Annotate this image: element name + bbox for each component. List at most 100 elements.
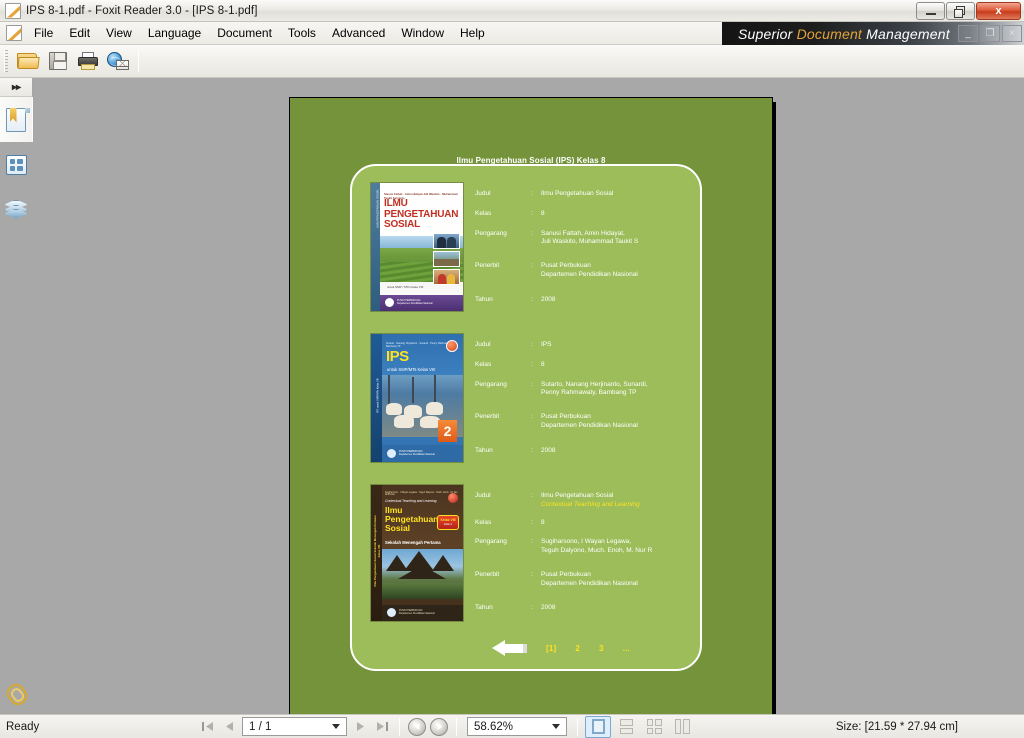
field-row-kelas: Kelas : 8 [475,210,690,219]
printer-icon [78,52,98,70]
sidebar-item-layers[interactable] [0,187,33,232]
status-separator [577,717,578,736]
field-colon: : [531,570,533,578]
field-label-tahun: Tahun [475,604,493,612]
field-value-kelas: 8 [541,209,545,217]
book-spine: Ilmu Pengetahuan Sosial Sekolah Menengah… [371,485,382,621]
book-spine-text: IPS untuk SMP/MTs Kelas VIII [376,378,380,413]
book-cover[interactable]: ILMU PENGETAHUAN SOSIAL Sanusi Fattah · … [370,182,464,312]
field-value-pengarang: Sanusi Fattah, Amin Hidayat, Juli Waskit… [541,229,639,246]
window-title: IPS 8-1.pdf - Foxit Reader 3.0 - [IPS 8-… [26,4,258,17]
book-entry: Ilmu Pengetahuan Sosial Sekolah Menengah… [352,484,700,629]
cover-class-badge: Kelas VIII Edisi 4 [437,515,459,530]
page-number-input[interactable]: 1 / 1 [242,717,347,736]
book-cover-art-3: Ilmu Pengetahuan Sosial Sekolah Menengah… [371,485,463,621]
cover-photo-3 [433,269,460,285]
cover-footer: PUSAT PERBUKUAN Departemen Pendidikan Na… [380,295,463,311]
layout-continuous-facing[interactable] [669,716,695,738]
page-link-2[interactable]: 2 [575,644,580,653]
cover-seal-icon [448,493,458,503]
field-row-kelas: Kelas : 8 [475,361,690,370]
promo-banner-text: Superior Document Management [738,26,950,42]
layout-facing[interactable] [641,716,667,738]
globe-envelope-icon [107,52,129,70]
toolbar-grip[interactable] [4,50,8,72]
layers-icon [4,199,28,220]
cover-photo-2 [433,251,460,267]
publisher-logo-icon [387,608,396,617]
page-link-more[interactable]: ... [623,644,630,653]
close-button[interactable]: x [976,1,1021,20]
open-file-button[interactable] [13,47,43,75]
previous-page-icon[interactable] [218,717,240,737]
menu-window[interactable]: Window [393,23,452,43]
mdi-minimize-button[interactable]: _ [958,25,978,42]
previous-view-icon[interactable] [408,717,426,736]
document-menu-icon[interactable] [6,25,22,41]
publisher-logo-icon [387,449,396,458]
menu-document[interactable]: Document [209,23,280,43]
book-cover[interactable]: Ilmu Pengetahuan Sosial Sekolah Menengah… [370,484,464,622]
save-button[interactable] [43,47,73,75]
email-button[interactable] [103,47,133,75]
menu-edit[interactable]: Edit [61,23,98,43]
minimize-button[interactable] [916,1,945,20]
field-colon: : [531,229,533,237]
field-colon: : [531,262,533,270]
book-entry: ILMU PENGETAHUAN SOSIAL Sanusi Fattah · … [352,182,700,322]
page-link-3[interactable]: 3 [599,644,604,653]
field-colon: : [531,295,533,303]
book-spine-text: Ilmu Pengetahuan Sosial Sekolah Menengah… [373,515,381,587]
menu-tools[interactable]: Tools [280,23,324,43]
field-colon: : [531,209,533,217]
field-colon: : [531,190,533,197]
next-view-icon[interactable] [430,717,448,736]
mdi-restore-button[interactable]: ❐ [980,25,1000,42]
chevron-down-icon[interactable] [552,724,560,729]
field-colon: : [531,446,533,454]
next-page-icon[interactable] [349,717,371,737]
menu-help[interactable]: Help [452,23,493,43]
sidebar-item-attachments[interactable] [0,669,33,714]
field-value-judul: Ilmu Pengetahuan Sosial Contextual Teach… [541,492,690,510]
status-text: Ready [6,720,40,733]
field-row-pengarang: Pengarang : Sutarto, Nanang Herjinanto, … [475,381,690,399]
first-page-icon[interactable] [196,717,218,737]
cover-footer-text: PUSAT PERBUKUAN Departemen Pendidikan Na… [399,609,435,616]
print-button[interactable] [73,47,103,75]
page-number-value: 1 / 1 [249,720,272,733]
field-row-pengarang: Pengarang : Sugiharsono, I Wayan Legawa,… [475,538,690,556]
field-colon: : [531,492,533,499]
document-view[interactable]: Ilmu Pengetahuan Sosial (IPS) Kelas 8 IL… [33,78,1024,714]
menu-advanced[interactable]: Advanced [324,23,393,43]
field-label-judul: Judul [475,190,491,197]
field-row-judul: Judul : Ilmu Pengetahuan Sosial [475,190,690,199]
field-value-judul-sub: Contextual Teaching and Learning [541,500,640,508]
left-arrow-icon[interactable] [492,640,530,657]
book-cover[interactable]: IPS untuk SMP/MTs Kelas VIII Sutarto · N… [370,333,464,463]
status-separator [399,717,400,736]
page-size-text: Size: [21.59 * 27.94 cm] [835,720,958,733]
layout-single-page[interactable] [585,715,611,738]
page-link-1[interactable]: [1] [546,644,556,653]
menu-file[interactable]: File [26,23,61,43]
bookmark-icon [5,107,30,132]
maximize-button[interactable] [946,1,975,20]
publisher-logo-icon [385,298,394,307]
sidebar-item-pages[interactable] [0,142,33,187]
field-label-judul: Judul [475,492,491,499]
menu-view[interactable]: View [98,23,140,43]
sidebar-item-bookmarks[interactable] [0,97,33,142]
mdi-close-button[interactable]: × [1002,25,1022,42]
menu-language[interactable]: Language [140,23,209,43]
banner-word-superior: Superior [738,25,797,42]
zoom-level-input[interactable]: 58.62% [467,717,567,736]
last-page-icon[interactable] [371,717,393,737]
chevron-down-icon[interactable] [332,724,340,729]
banner-word-management: Management [866,25,950,42]
paperclip-icon [5,681,27,703]
layout-continuous[interactable] [613,716,639,738]
field-colon: : [531,413,533,421]
sidebar-expand-button[interactable]: ▸▸ [0,78,32,97]
cover-title: ILMU PENGETAHUAN SOSIAL [384,198,459,230]
